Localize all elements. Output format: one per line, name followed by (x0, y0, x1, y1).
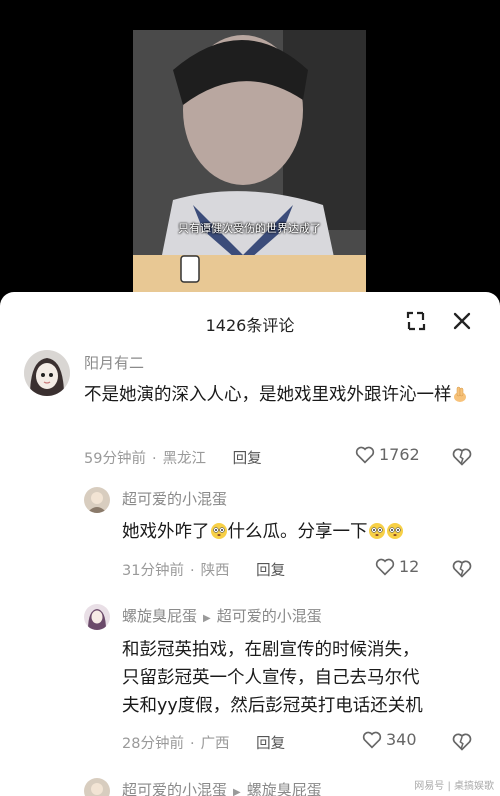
reply-item: 超可爱的小混蛋 ▶ 螺旋臭屁蛋 (0, 292, 500, 796)
reply-target[interactable]: 螺旋臭屁蛋 (247, 781, 322, 796)
reply-arrow-icon: ▶ (233, 787, 241, 796)
avatar[interactable] (84, 778, 110, 796)
video-image (133, 30, 366, 300)
reply-author[interactable]: 超可爱的小混蛋 (122, 781, 227, 796)
comment-sheet: 1426条评论 阳月有二 不是她演的深入人心，是她戏里戏外跟许沁一样 59分钟前… (0, 292, 500, 796)
video-subtitle: 只有谭健次受伤的世界达成了 (178, 222, 321, 235)
comment-username: 超可爱的小混蛋 ▶ 螺旋臭屁蛋 (122, 779, 322, 796)
video-frame: 只有谭健次受伤的世界达成了 (133, 30, 366, 300)
video-player[interactable]: 只有谭健次受伤的世界达成了 (0, 0, 500, 300)
watermark: 网易号 | 桌搞娱歌 (414, 781, 494, 792)
